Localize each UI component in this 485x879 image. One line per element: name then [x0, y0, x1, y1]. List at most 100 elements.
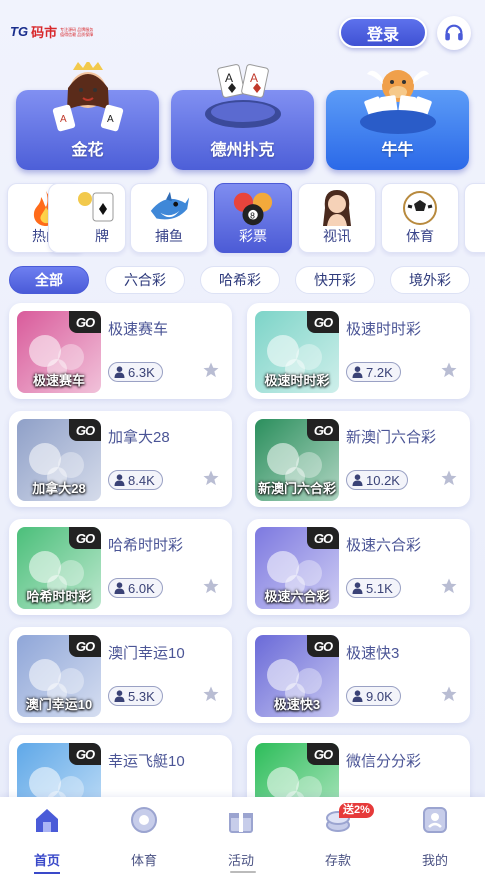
online-count-badge: 5.1K — [346, 578, 401, 598]
online-count-badge: 6.3K — [108, 362, 163, 382]
online-count: 8.4K — [128, 472, 155, 488]
online-count-badge: 6.0K — [108, 578, 163, 598]
go-badge: GO — [307, 635, 339, 657]
app-root: TG 码市 专注源码 品牌服务 值得信赖 品质保障 登录 AA 金花 AA 德州… — [0, 0, 485, 879]
featured-games: AA 金花 AA 德州扑克 牛牛 — [0, 62, 485, 174]
lottery-name: 澳门幸运10 — [108, 645, 185, 662]
favorite-star-icon[interactable] — [440, 361, 458, 379]
tab-label: 首页 — [33, 853, 60, 868]
sports-icon — [131, 807, 157, 833]
poker-girl-icon: AA — [52, 62, 123, 132]
online-count: 6.0K — [128, 580, 155, 596]
category-cards[interactable]: 牌 — [48, 183, 126, 253]
go-badge: GO — [69, 419, 101, 441]
tab-profile[interactable]: 我的 — [405, 805, 465, 868]
lottery-thumbnail: GO 极速赛车 — [17, 311, 101, 393]
filter-all[interactable]: 全部 — [9, 266, 89, 294]
go-badge: GO — [69, 635, 101, 657]
lottery-card[interactable]: GO 极速六合彩 极速六合彩 5.1K — [247, 519, 470, 615]
customer-support-button[interactable] — [437, 16, 471, 50]
go-badge: GO — [69, 743, 101, 765]
game-card-jinhua[interactable]: AA 金花 — [16, 62, 159, 170]
category-more[interactable] — [464, 183, 485, 253]
bull-cards-icon — [359, 70, 436, 134]
lottery-thumbnail: GO 新澳门六合彩 — [255, 419, 339, 501]
lottery-card[interactable]: GO 极速时时彩 极速时时彩 7.2K — [247, 303, 470, 399]
user-icon — [352, 582, 363, 594]
svg-text:A: A — [107, 114, 114, 125]
online-count: 6.3K — [128, 364, 155, 380]
go-badge: GO — [69, 527, 101, 549]
lottery-card[interactable]: GO 新澳门六合彩 新澳门六合彩 10.2K — [247, 411, 470, 507]
category-live[interactable]: 视讯 — [298, 183, 376, 253]
lottery-name: 新澳门六合彩 — [346, 429, 437, 446]
svg-text:8: 8 — [250, 211, 255, 221]
logo-mark: TG — [10, 24, 29, 39]
home-indicator — [230, 871, 256, 873]
filter-hash[interactable]: 哈希彩 — [200, 266, 280, 294]
go-badge: GO — [307, 527, 339, 549]
game-label: 牛牛 — [381, 142, 414, 159]
lottery-card[interactable]: GO 加拿大28 加拿大28 8.4K — [9, 411, 232, 507]
online-count-badge: 10.2K — [346, 470, 408, 490]
tab-sports[interactable]: 体育 — [114, 805, 174, 868]
thumbnail-label: 极速快3 — [273, 697, 321, 712]
thumbnail-label: 极速时时彩 — [264, 373, 330, 388]
headset-icon — [445, 24, 463, 41]
online-count-badge: 7.2K — [346, 362, 401, 382]
lottery-card[interactable]: GO 极速快3 极速快3 9.0K — [247, 627, 470, 723]
lottery-thumbnail: GO 哈希时时彩 — [17, 527, 101, 609]
filter-mark-six[interactable]: 六合彩 — [105, 266, 185, 294]
favorite-star-icon[interactable] — [202, 577, 220, 595]
game-label: 金花 — [71, 142, 104, 159]
user-icon — [352, 474, 363, 486]
lottery-card[interactable]: GO 极速赛车 极速赛车 6.3K — [9, 303, 232, 399]
profile-icon — [423, 807, 447, 833]
category-label: 视讯 — [323, 228, 351, 244]
lottery-thumbnail: GO 加拿大28 — [17, 419, 101, 501]
go-badge: GO — [69, 311, 101, 333]
category-fishing[interactable]: 捕鱼 — [130, 183, 208, 253]
lottery-thumbnail: GO 极速快3 — [255, 635, 339, 717]
favorite-star-icon[interactable] — [440, 577, 458, 595]
category-lottery[interactable]: 8 彩票 — [214, 183, 292, 253]
poker-table-icon: AA — [204, 64, 281, 128]
category-sports[interactable]: 体育 — [381, 183, 459, 253]
user-icon — [352, 690, 363, 702]
thumbnail-label: 加拿大28 — [32, 481, 86, 496]
favorite-star-icon[interactable] — [202, 361, 220, 379]
thumbnail-label: 哈希时时彩 — [26, 589, 92, 604]
svg-text:A: A — [225, 71, 233, 85]
favorite-star-icon[interactable] — [202, 469, 220, 487]
category-row: 热门 牌 捕鱼 8 彩票 视讯 体育 — [0, 181, 485, 257]
login-button[interactable]: 登录 — [339, 17, 427, 48]
user-icon — [114, 474, 125, 486]
tab-label: 体育 — [130, 853, 157, 868]
game-card-niuniu[interactable]: 牛牛 — [326, 70, 469, 170]
lottery-name: 加拿大28 — [108, 429, 170, 446]
svg-text:A: A — [60, 114, 67, 125]
lottery-card[interactable]: GO 澳门幸运10 澳门幸运10 5.3K — [9, 627, 232, 723]
go-badge: GO — [307, 419, 339, 441]
filter-quick[interactable]: 快开彩 — [295, 266, 375, 294]
game-card-texas-holdem[interactable]: AA 德州扑克 — [171, 64, 314, 170]
tab-label: 存款 — [324, 853, 351, 868]
brand-logo[interactable]: TG 码市 专注源码 品牌服务 值得信赖 品质保障 — [10, 22, 94, 41]
tab-home[interactable]: 首页 — [17, 805, 77, 874]
home-icon — [36, 809, 58, 832]
favorite-star-icon[interactable] — [440, 469, 458, 487]
online-count: 5.3K — [128, 688, 155, 704]
lottery-card[interactable]: GO 哈希时时彩 哈希时时彩 6.0K — [9, 519, 232, 615]
favorite-star-icon[interactable] — [202, 685, 220, 703]
user-icon — [114, 366, 125, 378]
top-header: TG 码市 专注源码 品牌服务 值得信赖 品质保障 登录 — [0, 0, 485, 64]
lottery-name: 极速快3 — [346, 645, 400, 662]
tab-activities[interactable]: 活动 — [211, 805, 271, 868]
favorite-star-icon[interactable] — [440, 685, 458, 703]
lottery-thumbnail: GO 澳门幸运10 — [17, 635, 101, 717]
filter-overseas[interactable]: 境外彩 — [390, 266, 470, 294]
tab-label: 活动 — [227, 853, 254, 868]
active-tab-indicator — [34, 872, 60, 874]
thumbnail-label: 极速六合彩 — [264, 589, 330, 604]
user-icon — [114, 690, 125, 702]
